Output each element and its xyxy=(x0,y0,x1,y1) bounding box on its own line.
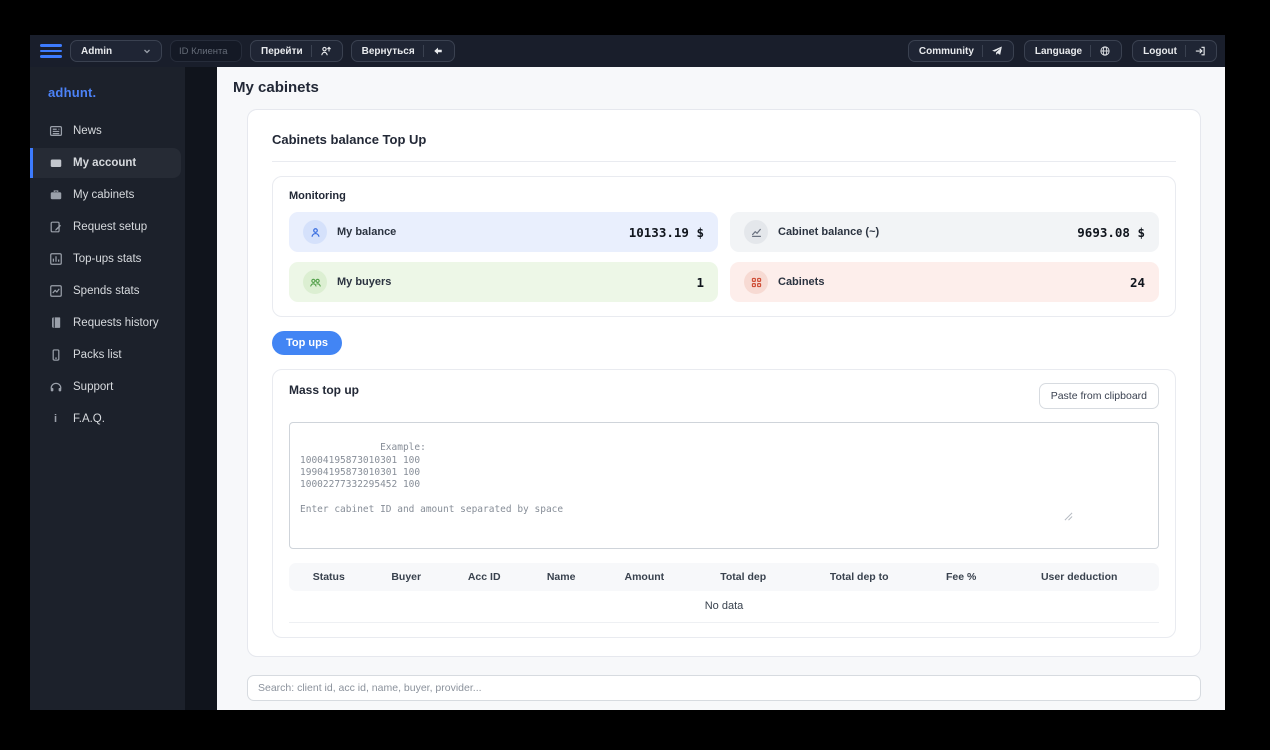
line-chart-icon xyxy=(48,284,63,299)
users-icon xyxy=(303,270,327,294)
client-id-input[interactable] xyxy=(170,40,242,62)
book-icon xyxy=(48,316,63,331)
stat-value: 10133.19 $ xyxy=(628,224,704,240)
impersonate-icon xyxy=(320,45,332,57)
wallet-icon xyxy=(48,156,63,171)
mass-topup-title: Mass top up xyxy=(289,383,360,397)
app-window: Admin Перейти Вернуться Communi xyxy=(30,35,1225,710)
sidebar-item-label: Top-ups stats xyxy=(73,253,142,265)
stat-cabinet-balance: Cabinet balance (~) 9693.08 $ xyxy=(730,212,1159,252)
sidebar-item-label: Request setup xyxy=(73,221,148,233)
empty-state-row: No data xyxy=(289,591,1159,624)
pack-icon xyxy=(48,348,63,363)
topups-tab[interactable]: Top ups xyxy=(272,331,342,355)
sidebar-item-label: News xyxy=(73,125,102,137)
mass-topup-textarea[interactable]: Example: 10004195873010301 100 199041958… xyxy=(289,422,1159,550)
topbar-right: Community Language Logout xyxy=(907,40,1217,62)
topbar: Admin Перейти Вернуться Communi xyxy=(30,35,1225,67)
table-header-row: Status Buyer Acc ID Name Amount Total de… xyxy=(289,563,1159,592)
card-title: Cabinets balance Top Up xyxy=(272,132,1176,162)
language-button[interactable]: Language xyxy=(1023,40,1123,62)
sidebar-item-my-account[interactable]: My account xyxy=(30,148,181,178)
info-icon: i xyxy=(53,413,58,425)
paste-from-clipboard-button[interactable]: Paste from clipboard xyxy=(1038,383,1159,409)
monitoring-panel: Monitoring My balance 10133.19 $ Cabinet… xyxy=(272,176,1176,317)
mass-topup-panel: Mass top up Paste from clipboard Example… xyxy=(272,369,1176,639)
stat-my-buyers: My buyers 1 xyxy=(289,262,718,302)
cabinets-balance-card: Cabinets balance Top Up Monitoring My ba… xyxy=(247,109,1201,658)
main-content: My cabinets Cabinets balance Top Up Moni… xyxy=(217,67,1225,710)
grid-icon xyxy=(744,270,768,294)
sidebar-item-label: F.A.Q. xyxy=(73,413,105,425)
arrow-left-icon xyxy=(432,45,444,57)
admin-label: Admin xyxy=(81,45,113,57)
textarea-placeholder: Example: 10004195873010301 100 199041958… xyxy=(300,442,564,516)
bar-chart-icon xyxy=(48,252,63,267)
chevron-down-icon xyxy=(143,47,151,55)
sidebar-item-my-cabinets[interactable]: My cabinets xyxy=(30,180,181,210)
sidebar-item-label: My account xyxy=(73,157,137,169)
back-button[interactable]: Вернуться xyxy=(350,40,455,62)
support-phone-icon xyxy=(48,380,63,395)
sidebar-item-faq[interactable]: i F.A.Q. xyxy=(30,404,181,434)
go-button[interactable]: Перейти xyxy=(250,40,343,62)
page-title: My cabinets xyxy=(233,79,319,96)
sidebar-backdrop xyxy=(185,67,217,710)
monitoring-title: Monitoring xyxy=(289,190,346,202)
globe-icon xyxy=(1099,45,1111,57)
briefcase-icon xyxy=(48,188,63,203)
user-icon xyxy=(303,220,327,244)
stat-value: 24 xyxy=(1129,274,1145,290)
sidebar-item-news[interactable]: News xyxy=(30,116,181,146)
search-input[interactable] xyxy=(247,675,1201,702)
sidebar-item-request-setup[interactable]: Request setup xyxy=(30,212,181,242)
admin-dropdown[interactable]: Admin xyxy=(70,40,162,62)
resize-handle-icon[interactable] xyxy=(1064,488,1156,546)
news-icon xyxy=(48,124,63,139)
clipboard-pen-icon xyxy=(48,220,63,235)
sidebar-item-spends-stats[interactable]: Spends stats xyxy=(30,276,181,306)
no-data-text: No data xyxy=(289,591,1159,624)
stat-value: 1 xyxy=(696,274,704,290)
sidebar-item-label: Requests history xyxy=(73,317,159,329)
community-button[interactable]: Community xyxy=(907,40,1014,62)
logout-icon xyxy=(1194,45,1206,57)
sidebar-item-label: Support xyxy=(73,381,114,393)
chart-icon xyxy=(744,220,768,244)
hamburger-menu-icon[interactable] xyxy=(40,41,62,61)
sidebar-item-topups-stats[interactable]: Top-ups stats xyxy=(30,244,181,274)
stat-value: 9693.08 $ xyxy=(1077,224,1145,240)
stat-cabinets: Cabinets 24 xyxy=(730,262,1159,302)
telegram-icon xyxy=(991,45,1003,57)
sidebar-item-support[interactable]: Support xyxy=(30,372,181,402)
stat-my-balance: My balance 10133.19 $ xyxy=(289,212,718,252)
logout-button[interactable]: Logout xyxy=(1132,40,1217,62)
logo[interactable]: adhunt. xyxy=(30,75,185,114)
sidebar: adhunt. News My account My cabinets Requ… xyxy=(30,67,185,710)
sidebar-item-requests-history[interactable]: Requests history xyxy=(30,308,181,338)
mass-topup-table: Status Buyer Acc ID Name Amount Total de… xyxy=(289,563,1159,624)
sidebar-item-label: Packs list xyxy=(73,349,122,361)
sidebar-item-label: Spends stats xyxy=(73,285,140,297)
sidebar-item-label: My cabinets xyxy=(73,189,135,201)
sidebar-item-packs-list[interactable]: Packs list xyxy=(30,340,181,370)
